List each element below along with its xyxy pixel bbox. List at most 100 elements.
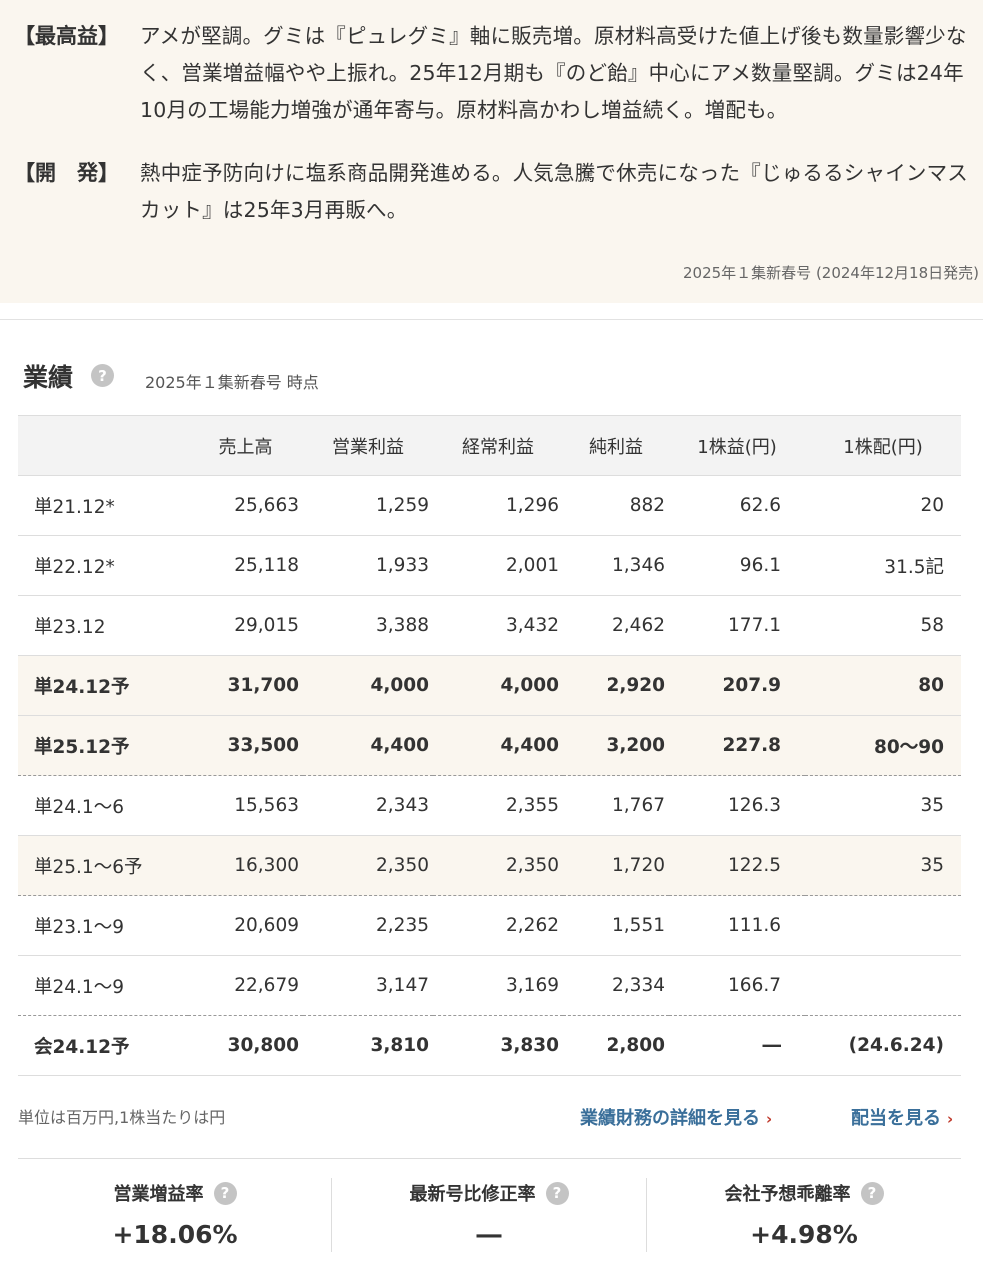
row-period-label: 単21.12*: [18, 475, 188, 536]
header-sales: 売上高: [188, 415, 303, 476]
table-cell: 31.5記: [805, 535, 961, 596]
table-cell: 20: [805, 475, 961, 536]
financial-detail-link[interactable]: 業績財務の詳細を見る ›: [580, 1104, 772, 1130]
metric-revision-rate: 最新号比修正率? ―: [332, 1180, 646, 1249]
table-row: 単24.12予 31,700 4,000 4,000 2,920 207.9 80: [18, 655, 961, 716]
table-cell: 35: [805, 775, 961, 836]
table-row: 会24.12予 30,800 3,810 3,830 2,800 ― (24.6.24): [18, 1015, 961, 1076]
row-period-label: 単23.1～9: [18, 895, 188, 956]
table-cell: 33,500: [188, 715, 303, 776]
row-period-label: 単24.1～9: [18, 955, 188, 1016]
metric-value: +18.06%: [112, 1220, 238, 1249]
table-cell: 1,296: [433, 475, 563, 536]
comment-development-text: 熱中症予防向けに塩系商品開発進める。人気急騰で休売になった『じゅるるシャインマス…: [140, 161, 968, 222]
table-cell: (24.6.24): [805, 1015, 961, 1076]
help-icon[interactable]: ?: [545, 1181, 569, 1205]
table-cell: ―: [669, 1015, 805, 1076]
table-cell: 1,767: [563, 775, 669, 836]
table-header-row: 売上高 営業利益 経常利益 純利益 1株益(円) 1株配(円): [18, 415, 961, 476]
table-cell: 2,920: [563, 655, 669, 716]
table-cell: 3,147: [303, 955, 433, 1016]
dividend-link[interactable]: 配当を見る ›: [851, 1104, 953, 1130]
table-cell: 20,609: [188, 895, 303, 956]
table-cell: 2,235: [303, 895, 433, 956]
table-row: 単24.1～6 15,563 2,343 2,355 1,767 126.3 35: [18, 775, 961, 836]
table-cell: 111.6: [669, 895, 805, 956]
table-cell: 3,432: [433, 595, 563, 656]
table-row: 単25.12予 33,500 4,400 4,400 3,200 227.8 80～90: [18, 715, 961, 776]
table-cell: 16,300: [188, 835, 303, 896]
company-comment-box: 【最高益】 アメが堅調。グミは『ピュレグミ』軸に販売増。原材料高受けた値上げ後も…: [0, 0, 983, 303]
table-cell: 3,810: [303, 1015, 433, 1076]
table-cell: 3,169: [433, 955, 563, 1016]
header-net-profit: 純利益: [563, 415, 669, 476]
help-icon[interactable]: ?: [213, 1181, 237, 1205]
table-cell: 2,001: [433, 535, 563, 596]
table-cell: 4,400: [433, 715, 563, 776]
table-cell: 31,700: [188, 655, 303, 716]
metric-value: ―: [476, 1220, 502, 1249]
header-period: [18, 415, 188, 476]
metric-label: 最新号比修正率: [409, 1184, 536, 1205]
comment-profit-tag: 【最高益】: [14, 24, 119, 48]
unit-note: 単位は百万円,1株当たりは円: [18, 1108, 226, 1127]
table-cell: 29,015: [188, 595, 303, 656]
table-row: 単22.12* 25,118 1,933 2,001 1,346 96.1 31.5記: [18, 535, 961, 596]
table-cell: 1,346: [563, 535, 669, 596]
comment-development: 【開 発】 熱中症予防向けに塩系商品開発進める。人気急騰で休売になった『じゅるる…: [0, 155, 970, 229]
table-cell: 4,400: [303, 715, 433, 776]
metric-forecast-divergence: 会社予想乖離率? +4.98%: [647, 1180, 961, 1249]
table-cell: 122.5: [669, 835, 805, 896]
table-cell: 1,933: [303, 535, 433, 596]
table-row: 単25.1～6予 16,300 2,350 2,350 1,720 122.5 35: [18, 835, 961, 896]
table-cell: 207.9: [669, 655, 805, 716]
table-cell: 58: [805, 595, 961, 656]
table-cell: 80～90: [805, 715, 961, 776]
section-title: 業績: [23, 363, 74, 392]
table-cell: 177.1: [669, 595, 805, 656]
table-cell: 22,679: [188, 955, 303, 1016]
chevron-right-icon: ›: [766, 1110, 773, 1128]
help-icon[interactable]: ?: [860, 1181, 884, 1205]
header-dividend: 1株配(円): [805, 415, 961, 476]
table-cell: 126.3: [669, 775, 805, 836]
table-cell: 3,200: [563, 715, 669, 776]
issue-note: 2025年１集新春号 (2024年12月18日発売): [683, 264, 979, 282]
divider: [18, 1158, 961, 1159]
table-cell: 25,663: [188, 475, 303, 536]
table-row: 単24.1～9 22,679 3,147 3,169 2,334 166.7: [18, 955, 961, 1016]
table-cell: 25,118: [188, 535, 303, 596]
metric-label: 営業増益率: [113, 1184, 204, 1205]
table-cell: 4,000: [433, 655, 563, 716]
row-period-label: 単24.1～6: [18, 775, 188, 836]
comment-profit-text: アメが堅調。グミは『ピュレグミ』軸に販売増。原材料高受けた値上げ後も数量影響少な…: [140, 24, 967, 122]
table-cell: 1,720: [563, 835, 669, 896]
table-cell: 1,259: [303, 475, 433, 536]
table-cell: 2,262: [433, 895, 563, 956]
table-cell: 2,355: [433, 775, 563, 836]
row-period-label: 単25.1～6予: [18, 835, 188, 896]
table-cell: 2,462: [563, 595, 669, 656]
row-period-label: 会24.12予: [18, 1015, 188, 1076]
comment-development-tag: 【開 発】: [14, 161, 119, 185]
table-cell: 227.8: [669, 715, 805, 776]
metric-value: +4.98%: [750, 1220, 858, 1249]
comment-profit: 【最高益】 アメが堅調。グミは『ピュレグミ』軸に販売増。原材料高受けた値上げ後も…: [0, 18, 970, 129]
table-cell: 1,551: [563, 895, 669, 956]
table-cell: 2,334: [563, 955, 669, 1016]
table-cell: 2,350: [303, 835, 433, 896]
help-icon[interactable]: ?: [91, 364, 114, 387]
as-of-note: 2025年１集新春号 時点: [145, 373, 319, 392]
table-cell: 62.6: [669, 475, 805, 536]
table-cell: 166.7: [669, 955, 805, 1016]
header-ordinary-profit: 経常利益: [433, 415, 563, 476]
table-cell: [805, 955, 961, 1016]
table-cell: 30,800: [188, 1015, 303, 1076]
metric-operating-growth: 営業増益率? +18.06%: [18, 1180, 332, 1249]
financial-detail-link-label: 業績財務の詳細を見る: [580, 1108, 760, 1129]
row-period-label: 単25.12予: [18, 715, 188, 776]
performance-table: 売上高 営業利益 経常利益 純利益 1株益(円) 1株配(円) 単21.12* 2…: [18, 415, 961, 1076]
header-operating-profit: 営業利益: [303, 415, 433, 476]
divider: [0, 319, 983, 320]
header-eps: 1株益(円): [669, 415, 805, 476]
